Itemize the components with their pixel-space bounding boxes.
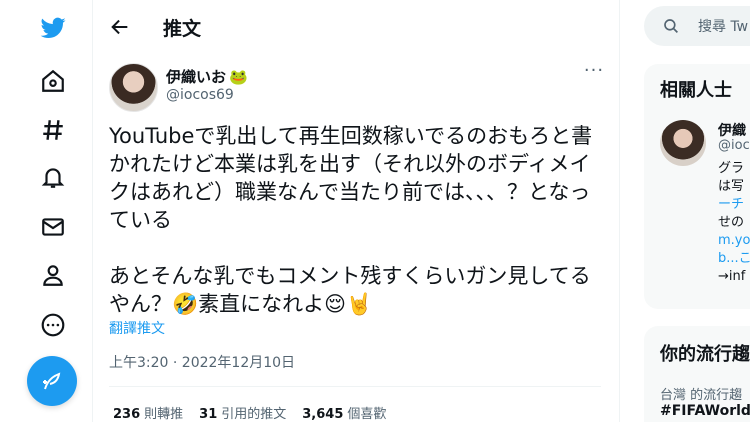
trends-title: 你的流行趨	[660, 344, 750, 365]
trend-meta: 台灣 的流行趨	[660, 388, 743, 403]
quotes-stat[interactable]: 31 引用的推文	[199, 403, 286, 422]
author-name[interactable]: 伊織いお 🐸	[166, 66, 248, 87]
related-user-handle[interactable]: @ioc	[718, 138, 750, 153]
divider	[109, 386, 601, 387]
profile-person-icon[interactable]	[33, 255, 73, 295]
bio-link[interactable]: m.yo	[718, 232, 750, 250]
trends-panel: 你的流行趨 台灣 的流行趨 #FIFAWorldC	[644, 326, 750, 422]
tweet-header-bar: 推文	[93, 0, 619, 53]
bio-line: ーチ	[718, 197, 745, 212]
home-icon[interactable]	[33, 61, 73, 101]
search-input[interactable]: 搜尋 Tw	[644, 6, 750, 46]
tweet-detail-column: 推文 伊織いお 🐸 @iocos69 ··· YouTubeで乳出して再生回数稼…	[92, 0, 620, 422]
bio-link[interactable]: b...こ	[718, 250, 750, 268]
author-avatar[interactable]	[109, 63, 158, 112]
bio-line: は写	[718, 179, 745, 194]
related-people-panel: 相關人士 伊織 @ioc グラ は写 ーチ せの m.yo b...こ →inf	[644, 64, 750, 309]
bio-line: →inf	[718, 269, 746, 284]
tweet-text: YouTubeで乳出して再生回数稼いでるのおもろと書かれたけど本業は乳を出す（そ…	[109, 124, 593, 316]
retweets-count: 236	[113, 407, 141, 422]
more-circle-icon[interactable]	[33, 305, 73, 345]
author-name-emoji: 🐸	[229, 67, 248, 86]
left-navigation	[0, 0, 92, 422]
page-title: 推文	[163, 18, 202, 40]
related-user-name[interactable]: 伊織	[718, 120, 746, 140]
back-button[interactable]	[105, 12, 135, 42]
related-user-avatar[interactable]	[660, 120, 706, 166]
retweets-stat[interactable]: 236 則轉推	[113, 403, 183, 422]
more-dots-icon[interactable]: ···	[583, 62, 605, 86]
likes-count: 3,645	[302, 407, 344, 422]
related-user-bio: グラ は写 ーチ せの m.yo b...こ →inf	[718, 160, 750, 286]
translate-tweet-link[interactable]: 翻譯推文	[109, 318, 165, 338]
author-handle[interactable]: @iocos69	[166, 87, 234, 103]
quotes-label: 引用的推文	[221, 407, 287, 422]
tweet-timestamp[interactable]: 上午3:20 · 2022年12月10日	[109, 352, 295, 372]
bio-line: せの	[718, 215, 745, 230]
likes-label: 個喜歡	[347, 407, 387, 422]
right-sidebar: 搜尋 Tw 相關人士 伊織 @ioc グラ は写 ーチ せの m.yo b...…	[628, 0, 750, 422]
back-arrow-icon	[111, 19, 128, 35]
twitter-bird-icon[interactable]	[33, 8, 73, 48]
retweets-label: 則轉推	[144, 407, 184, 422]
quotes-count: 31	[199, 407, 218, 422]
search-icon	[664, 19, 678, 33]
notifications-bell-icon[interactable]	[33, 157, 73, 197]
explore-hashtag-icon[interactable]	[33, 110, 73, 150]
messages-envelope-icon[interactable]	[33, 207, 73, 247]
tweet-stats: 236 則轉推 31 引用的推文 3,645 個喜歡	[113, 403, 386, 422]
search-placeholder: 搜尋 Tw	[698, 19, 749, 35]
related-people-title: 相關人士	[660, 80, 732, 101]
trend-item[interactable]: #FIFAWorldC	[660, 403, 750, 419]
compose-feather-icon	[43, 372, 61, 390]
compose-tweet-button[interactable]	[27, 356, 77, 406]
author-name-text: 伊織いお	[166, 68, 227, 86]
likes-stat[interactable]: 3,645 個喜歡	[302, 403, 386, 422]
bio-line: グラ	[718, 161, 745, 176]
